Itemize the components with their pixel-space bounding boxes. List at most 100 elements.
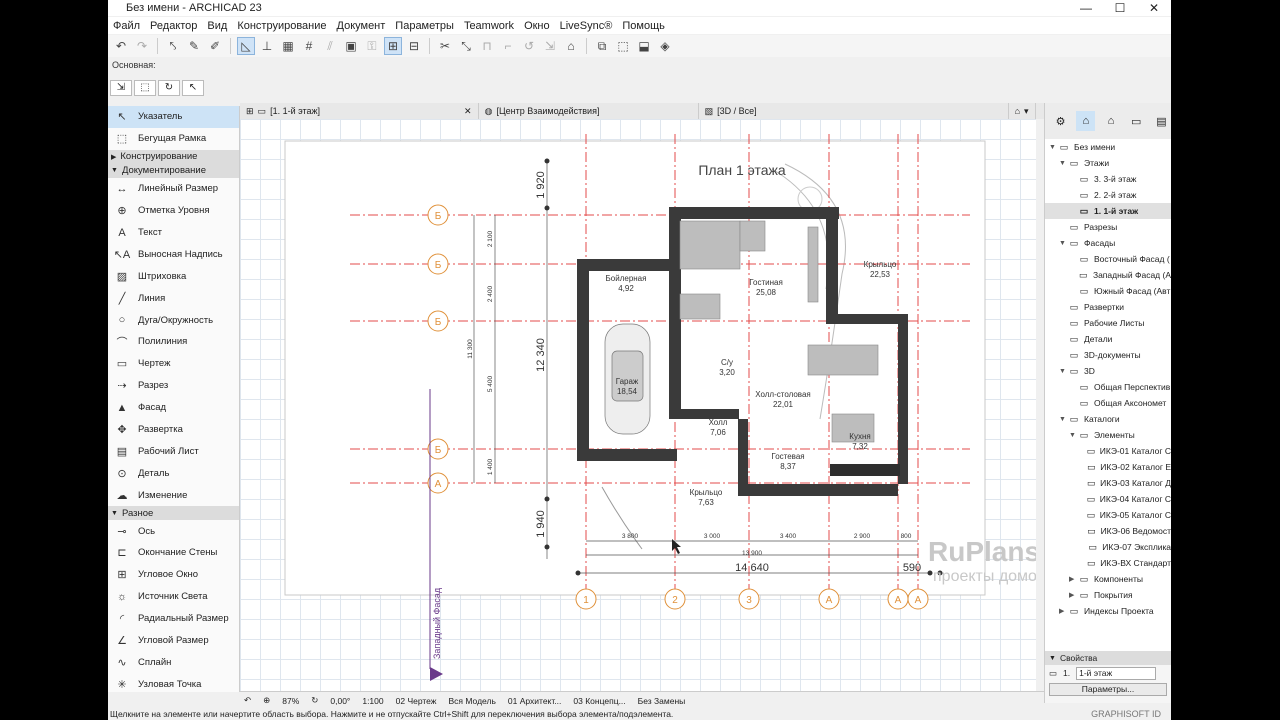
floor-plan-drawing[interactable]: Бойлерная 4,92 Гостиная 25,08 Крыльцо 22… [240,119,1036,691]
chevron-down-icon[interactable]: ▼ [1049,144,1058,151]
chevron-down-icon[interactable]: ▼ [1069,432,1078,439]
adjust-icon[interactable]: ⤡ [457,37,475,55]
tree-item[interactable]: ▭ Рабочие Листы [1045,315,1171,331]
pen-set-value[interactable]: 01 Архитект... [508,696,562,706]
selection-method-icon[interactable]: ⇲ [110,80,132,96]
project-map-icon[interactable]: ⌂ [1076,111,1096,131]
tree-item[interactable]: ▼ ▭ Без имени [1045,139,1171,155]
rotate-icon[interactable]: ↻ [311,695,318,706]
changes-value[interactable]: Без Замены [638,696,686,706]
tool-change[interactable]: ☁ Изменение [108,484,239,506]
scale-value[interactable]: 1:100 [362,696,383,706]
tab-collaboration[interactable]: ◍ [Центр Взаимодействия] [479,103,699,119]
menu-window[interactable]: Окно [519,20,555,32]
tool-corner-window[interactable]: ⊞ Угловое Окно [108,564,239,586]
layout-book-icon[interactable]: ▭ [1127,111,1146,131]
tool-section[interactable]: ⇢ Разрез [108,375,239,397]
split-icon[interactable]: ✂ [436,37,454,55]
fillet-icon[interactable]: ⌐ [499,37,517,55]
cut-element-icon[interactable]: ⬓ [635,37,653,55]
tool-wall-end[interactable]: ⊏ Окончание Стены [108,542,239,564]
chevron-right-icon[interactable]: ▶ [1059,607,1068,615]
tree-item[interactable]: ▭ ИКЭ-03 Каталог Д [1045,475,1171,491]
chevron-down-icon[interactable]: ▼ [1059,416,1068,423]
angle-value[interactable]: 0,00° [330,696,350,706]
tree-item[interactable]: ▭ ИКЭ-01 Каталог С [1045,443,1171,459]
tool-radial-dimension[interactable]: ◜ Радиальный Размер [108,608,239,630]
gravity-icon[interactable]: ▦ [279,37,297,55]
tool-marquee[interactable]: ⬚ Бегущая Рамка [108,128,239,150]
tool-interior-elevation[interactable]: ✥ Развертка [108,419,239,441]
tool-arc[interactable]: ○ Дуга/Окружность [108,309,239,331]
grid-snap-icon[interactable]: # [300,37,318,55]
publisher-icon[interactable]: ▤ [1152,111,1171,131]
close-tab-icon[interactable]: ✕ [464,106,472,117]
tool-text[interactable]: A Текст [108,222,239,244]
menu-document[interactable]: Документ [332,20,391,32]
inject-icon[interactable]: ✐ [206,37,224,55]
intersect-icon[interactable]: ⊓ [478,37,496,55]
tool-angle-dimension[interactable]: ∠ Угловой Размер [108,630,239,652]
close-icon[interactable]: ✕ [1137,0,1171,16]
tree-item[interactable]: ▭ ИКЭ-ВХ Стандарт [1045,555,1171,571]
tool-level[interactable]: ⊕ Отметка Уровня [108,200,239,222]
menu-livesync[interactable]: LiveSync® [555,20,618,32]
suspend-groups-icon[interactable]: ⊞ [384,37,402,55]
tree-item[interactable]: ▼ ▭ Этажи [1045,155,1171,171]
tab-floor-plan[interactable]: ⊞ ▭ [1. 1-й этаж] ✕ [240,103,479,119]
tree-item[interactable]: ▼ ▭ 3D [1045,363,1171,379]
tool-line[interactable]: ╱ Линия [108,287,239,309]
offset-icon[interactable]: ⇲ [541,37,559,55]
tree-item[interactable]: ▭ Восточный Фасад ( [1045,251,1171,267]
tree-item[interactable]: ▭ Развертки [1045,299,1171,315]
tree-item[interactable]: ▭ 3. 3-й этаж [1045,171,1171,187]
group-misc[interactable]: ▼ Разное [108,506,239,521]
tool-dimension[interactable]: ↔ Линейный Размер [108,178,239,200]
trace-icon[interactable]: ⫽ [321,37,339,55]
chevron-down-icon[interactable]: ▼ [1059,368,1068,375]
menu-help[interactable]: Помощь [617,20,670,32]
tree-item[interactable]: ▭ 3D-документы [1045,347,1171,363]
chevron-right-icon[interactable]: ▶ [1069,591,1078,599]
menu-edit[interactable]: Редактор [145,20,202,32]
tree-item[interactable]: ▶ ▭ Компоненты [1045,571,1171,587]
redo-icon[interactable]: ↷ [133,37,151,55]
tree-item[interactable]: ▭ Детали [1045,331,1171,347]
menu-options[interactable]: Параметры [390,20,459,32]
tree-item[interactable]: ▭ ИКЭ-04 Каталог С [1045,491,1171,507]
tree-item[interactable]: ▼ ▭ Элементы [1045,427,1171,443]
graphisoft-id[interactable]: GRAPHISOFT ID [1091,709,1161,720]
snap-guides-icon[interactable]: ⊥ [258,37,276,55]
maximize-icon[interactable]: ☐ [1103,0,1137,16]
tool-lamp[interactable]: ☼ Источник Света [108,586,239,608]
tree-item[interactable]: ▭ ИКЭ-07 Экспликa [1045,539,1171,555]
group-icon[interactable]: ⧉ [593,37,611,55]
chevron-down-icon[interactable]: ▼ [1059,240,1068,247]
chevron-down-icon[interactable]: ▼ [1059,160,1068,167]
tree-item[interactable]: ▭ ИКЭ-05 Каталог С [1045,507,1171,523]
marquee-mode-icon[interactable]: ⬚ [134,80,156,96]
tree-item[interactable]: ▼ ▭ Фасады [1045,235,1171,251]
tree-item[interactable]: ▭ ИКЭ-06 Ведомост [1045,523,1171,539]
pointer-mode-icon[interactable]: ↖ [182,80,204,96]
tool-polyline[interactable]: ⌒ Полилиния [108,331,239,353]
tree-item[interactable]: ▶ ▭ Индексы Проекта [1045,603,1171,619]
story-name-field[interactable]: 1-й этаж [1076,666,1157,680]
tool-worksheet[interactable]: ▤ Рабочий Лист [108,440,239,462]
morph-icon[interactable]: ◈ [656,37,674,55]
zoom-icon[interactable]: ⊕ [263,695,270,706]
pick-up-icon[interactable]: ⤣ [164,37,182,55]
tree-item[interactable]: ▭ Общая Перспектив [1045,379,1171,395]
menu-view[interactable]: Вид [202,20,232,32]
rotate-mode-icon[interactable]: ↻ [158,80,180,96]
layers-icon[interactable]: ▣ [342,37,360,55]
navigator-menu-icon[interactable]: ⚙ [1051,111,1070,131]
menu-design[interactable]: Конструирование [232,20,331,32]
tree-item[interactable]: ▭ ИКЭ-02 Каталог Е [1045,459,1171,475]
view-map-icon[interactable]: ⌂ [1101,111,1120,131]
curve-icon[interactable]: ↺ [520,37,538,55]
tool-detail[interactable]: ⊙ Деталь [108,462,239,484]
settings-button[interactable]: Параметры... [1049,683,1167,696]
tool-spline[interactable]: ∿ Сплайн [108,651,239,673]
tree-item[interactable]: ▶ ▭ Покрытия [1045,587,1171,603]
